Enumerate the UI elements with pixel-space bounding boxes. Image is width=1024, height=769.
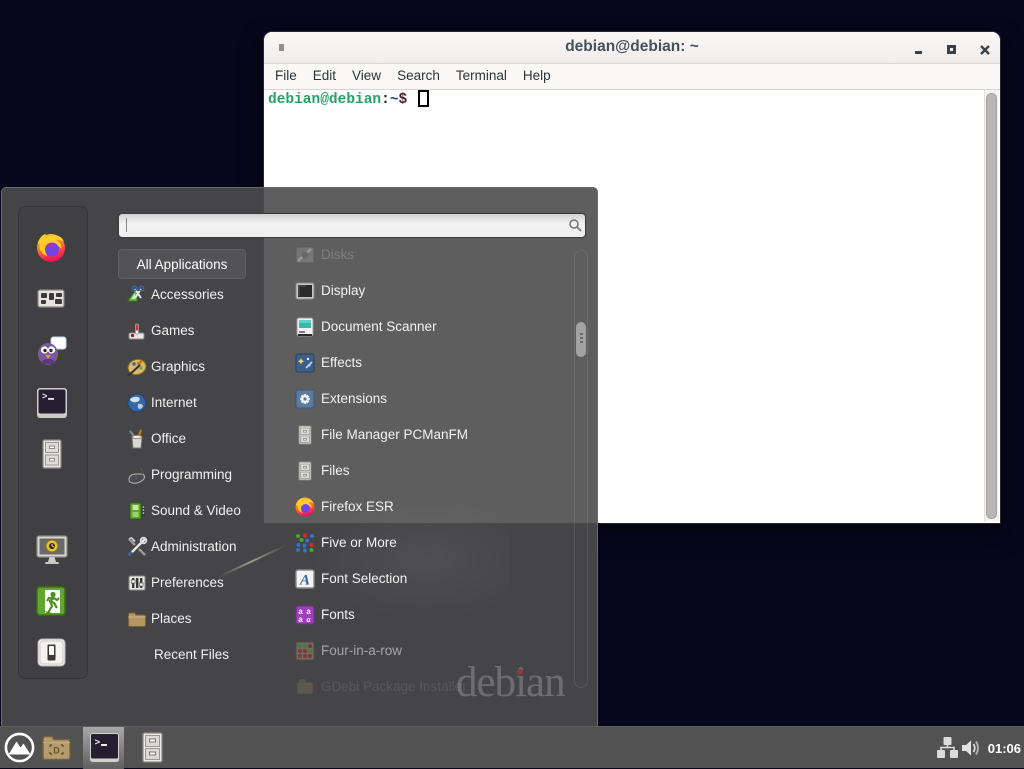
svg-text:>: >: [42, 392, 47, 402]
svg-text:>: >: [95, 737, 101, 748]
svg-text:D: D: [53, 746, 60, 756]
